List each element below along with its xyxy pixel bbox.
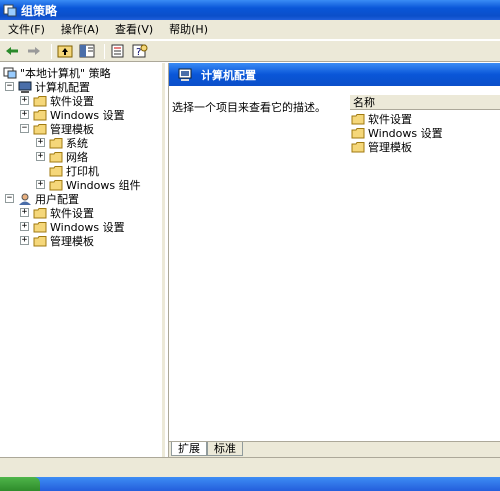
tree-item-label: 管理模板 (50, 234, 94, 248)
list-item-windows-settings[interactable]: Windows 设置 (351, 126, 443, 140)
policy-icon (3, 67, 17, 78)
folder-icon (49, 151, 63, 162)
group-policy-icon (3, 4, 17, 17)
expand-icon[interactable]: + (20, 222, 29, 231)
tree-item-user-windows-settings[interactable]: + Windows 设置 (20, 220, 125, 234)
expand-icon[interactable]: + (20, 110, 29, 119)
title-bar: 组策略 (0, 0, 500, 20)
folder-icon (33, 235, 47, 246)
details-pane: 计算机配置 选择一个项目来查看它的描述。 名称 软件设置 Windows 设置 … (168, 63, 500, 457)
back-button[interactable] (3, 42, 21, 60)
collapse-icon[interactable]: − (20, 124, 29, 133)
collapse-icon[interactable]: − (5, 194, 14, 203)
tree-item-admin-templates[interactable]: − 管理模板 (20, 122, 94, 136)
view-tabs: 扩展 标准 (169, 441, 500, 457)
status-bar (0, 457, 500, 477)
tree-item-user-admin-templates[interactable]: + 管理模板 (20, 234, 94, 248)
computer-config-icon (178, 68, 192, 81)
toolbar-separator (104, 43, 105, 59)
taskbar (0, 477, 500, 491)
tree-item-system[interactable]: + 系统 (36, 136, 88, 150)
tree-item-printers[interactable]: 打印机 (49, 164, 99, 178)
expand-icon[interactable]: + (36, 152, 45, 161)
folder-icon (33, 95, 47, 106)
collapse-icon[interactable]: − (5, 82, 14, 91)
start-button[interactable] (0, 477, 40, 491)
forward-button[interactable] (25, 42, 43, 60)
expand-icon[interactable]: + (20, 96, 29, 105)
tree-item-computer-config[interactable]: − 计算机配置 (5, 80, 90, 94)
help-button[interactable]: ? (131, 42, 149, 60)
folder-icon (33, 207, 47, 218)
list-item-label: 管理模板 (368, 141, 412, 154)
tree-item-user-software-settings[interactable]: + 软件设置 (20, 206, 94, 220)
tree-item-windows-settings[interactable]: + Windows 设置 (20, 108, 125, 122)
menu-help[interactable]: 帮助(H) (163, 21, 214, 39)
show-tree-icon (79, 44, 95, 58)
show-tree-button[interactable] (78, 42, 96, 60)
menu-action[interactable]: 操作(A) (55, 21, 105, 39)
folder-icon (33, 123, 47, 134)
description-text: 选择一个项目来查看它的描述。 (172, 101, 326, 114)
up-folder-icon (57, 45, 73, 58)
properties-button[interactable] (109, 42, 127, 60)
folder-icon (351, 114, 365, 125)
expand-icon[interactable]: + (36, 180, 45, 189)
details-header: 计算机配置 (169, 63, 500, 86)
folder-icon (351, 128, 365, 139)
tree-root[interactable]: "本地计算机" 策略 (3, 66, 111, 80)
expand-icon[interactable]: + (20, 208, 29, 217)
window-title: 组策略 (21, 3, 58, 18)
svg-text:?: ? (136, 47, 141, 58)
tree-item-user-config[interactable]: − 用户配置 (5, 192, 79, 206)
menu-file[interactable]: 文件(F) (2, 21, 51, 39)
back-icon (6, 47, 18, 55)
column-header-name[interactable]: 名称 (350, 95, 500, 110)
forward-icon (28, 47, 40, 55)
folder-icon (351, 142, 365, 153)
tree-item-software-settings[interactable]: + 软件设置 (20, 94, 94, 108)
tree-item-network[interactable]: + 网络 (36, 150, 88, 164)
details-header-title: 计算机配置 (201, 68, 256, 82)
tab-standard[interactable]: 标准 (207, 442, 243, 456)
user-icon (19, 193, 31, 205)
menu-bar: 文件(F) 操作(A) 查看(V) 帮助(H) (0, 20, 500, 40)
menu-view[interactable]: 查看(V) (109, 21, 159, 39)
help-icon: ? (132, 44, 148, 58)
list-item-software-settings[interactable]: 软件设置 (351, 112, 412, 126)
folder-icon (49, 179, 63, 190)
computer-icon (18, 81, 32, 93)
folder-icon (33, 109, 47, 120)
expand-icon[interactable]: + (20, 236, 29, 245)
tree-item-windows-components[interactable]: + Windows 组件 (36, 178, 141, 192)
up-folder-button[interactable] (56, 42, 74, 60)
tree-pane: "本地计算机" 策略 − 计算机配置 + 软件设置 + Windows 设置 −… (0, 63, 165, 457)
properties-icon (111, 44, 124, 58)
expand-icon[interactable]: + (36, 138, 45, 147)
list-item-admin-templates[interactable]: 管理模板 (351, 140, 412, 154)
folder-icon (49, 137, 63, 148)
folder-icon (49, 165, 63, 176)
tab-extended[interactable]: 扩展 (171, 442, 207, 456)
toolbar-separator (51, 43, 52, 59)
toolbar: ? (0, 41, 500, 62)
folder-icon (33, 221, 47, 232)
